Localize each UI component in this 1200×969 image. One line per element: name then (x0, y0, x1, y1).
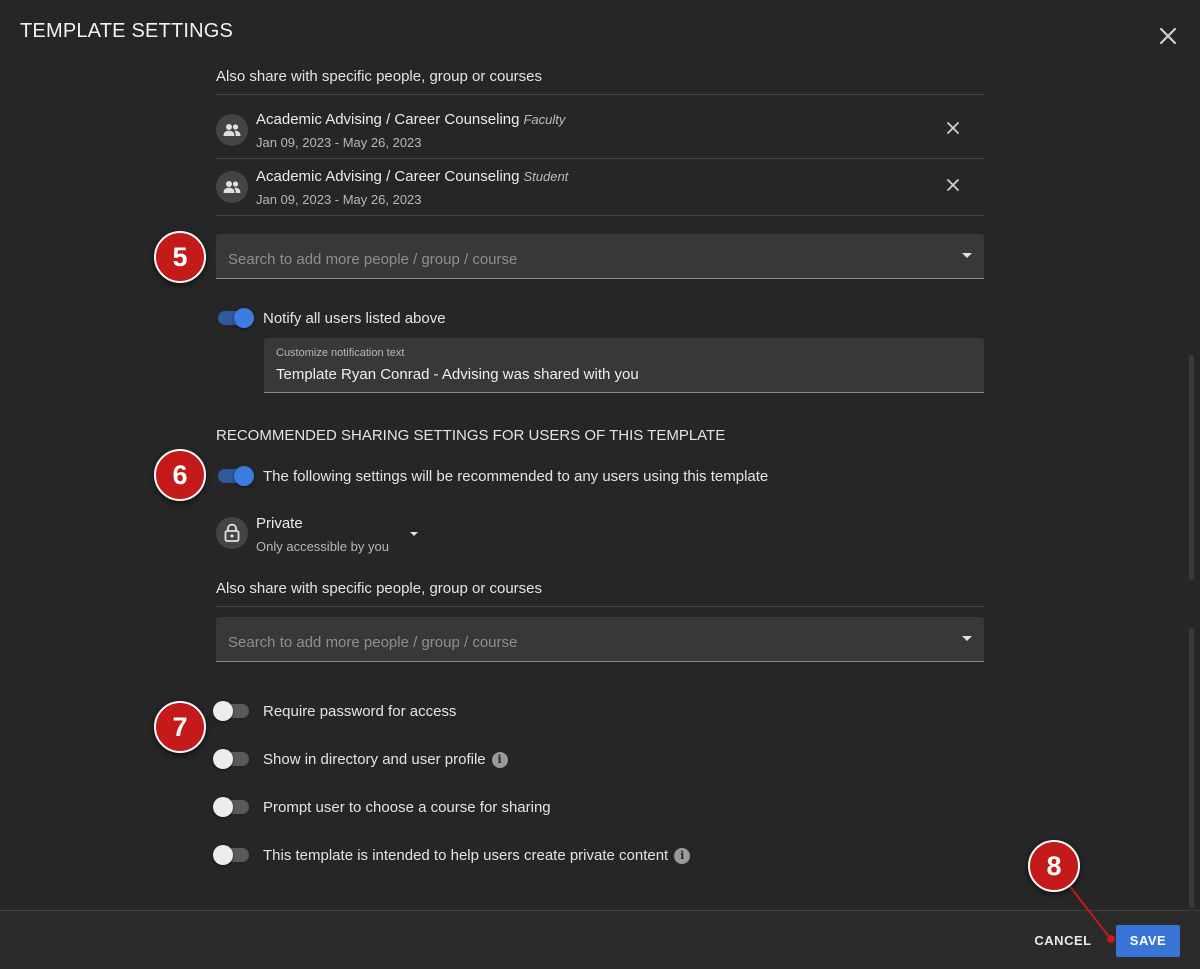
option-label: Prompt user to choose a course for shari… (263, 799, 551, 816)
search-input[interactable]: Search to add more people / group / cour… (216, 234, 984, 279)
remove-icon[interactable] (944, 119, 962, 137)
privacy-selector[interactable]: Private Only accessible by you (216, 513, 436, 557)
notification-text-field[interactable]: Customize notification text Template Rya… (264, 338, 984, 393)
private-content-toggle[interactable] (213, 844, 251, 866)
share-item: Academic Advising / Career Counseling Stu… (216, 158, 984, 215)
dropdown-caret-icon[interactable] (962, 636, 972, 641)
template-settings-dialog: TEMPLATE SETTINGS Also share with specif… (0, 0, 1200, 969)
recommended-toggle-label: The following settings will be recommend… (263, 468, 769, 485)
course-prompt-toggle[interactable] (213, 796, 251, 818)
privacy-subtitle: Only accessible by you (256, 539, 389, 554)
option-label: This template is intended to help users … (263, 847, 669, 864)
close-icon[interactable] (1154, 22, 1182, 50)
option-row: This template is intended to help users … (263, 847, 691, 865)
recommended-share-heading: Also share with specific people, group o… (216, 580, 543, 597)
search-placeholder: Search to add more people / group / cour… (228, 251, 518, 268)
save-button[interactable]: SAVE (1116, 925, 1180, 957)
share-item-name: Academic Advising / Career Counseling (256, 111, 520, 128)
share-item-dates: Jan 09, 2023 - May 26, 2023 (256, 192, 422, 207)
share-item-role: Student (523, 169, 569, 184)
remove-icon[interactable] (944, 176, 962, 194)
callout-badge: 5 (154, 231, 206, 283)
share-heading: Also share with specific people, group o… (216, 68, 543, 85)
divider (216, 606, 984, 607)
group-icon (216, 171, 248, 203)
notification-field-value: Template Ryan Conrad - Advising was shar… (276, 366, 639, 383)
scrollbar-track (1189, 628, 1194, 908)
search-placeholder: Search to add more people / group / cour… (228, 634, 518, 651)
recommended-heading: RECOMMENDED SHARING SETTINGS FOR USERS O… (216, 427, 726, 444)
share-item: Academic Advising / Career Counseling Fac… (216, 101, 984, 158)
directory-toggle[interactable] (213, 748, 251, 770)
dialog-footer (0, 910, 1200, 969)
option-label: Require password for access (263, 703, 457, 720)
notify-label: Notify all users listed above (263, 310, 446, 327)
notification-field-label: Customize notification text (276, 347, 405, 359)
callout-badge: 6 (154, 449, 206, 501)
dropdown-caret-icon[interactable] (410, 532, 418, 536)
divider (216, 215, 984, 216)
dialog-title: TEMPLATE SETTINGS (20, 20, 234, 42)
share-item-role: Faculty (523, 112, 566, 127)
privacy-title: Private (256, 515, 303, 532)
group-icon (216, 114, 248, 146)
share-item-dates: Jan 09, 2023 - May 26, 2023 (256, 135, 422, 150)
option-label: Show in directory and user profile (263, 751, 486, 768)
recommended-toggle[interactable] (216, 465, 254, 487)
password-toggle[interactable] (213, 700, 251, 722)
callout-badge: 7 (154, 701, 206, 753)
callout-badge: 8 (1028, 840, 1080, 892)
dropdown-caret-icon[interactable] (962, 253, 972, 258)
cancel-button[interactable]: CANCEL (1024, 925, 1102, 957)
lock-icon (216, 517, 248, 549)
option-row: Show in directory and user profile i (263, 751, 508, 769)
notify-toggle[interactable] (216, 307, 254, 329)
info-icon[interactable]: i (674, 848, 691, 865)
info-icon[interactable]: i (491, 752, 508, 769)
scrollbar[interactable] (1189, 355, 1194, 580)
share-item-name: Academic Advising / Career Counseling (256, 168, 520, 185)
recommended-search-input[interactable]: Search to add more people / group / cour… (216, 617, 984, 662)
divider (216, 94, 984, 95)
